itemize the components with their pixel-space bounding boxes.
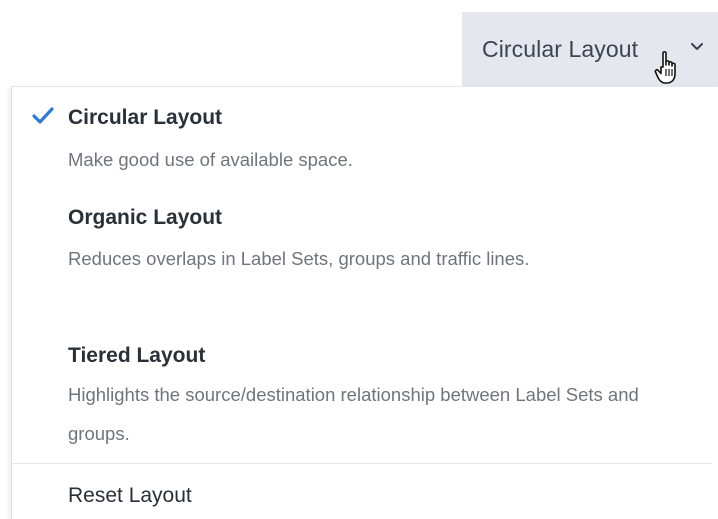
- page: Circular Layout Circular Layout Make goo…: [0, 0, 718, 519]
- layout-dropdown-label: Circular Layout: [482, 35, 639, 62]
- menu-item-title: Tiered Layout: [68, 344, 206, 367]
- hand-pointer-icon: [654, 51, 676, 84]
- menu-item-description: Make good use of available space.: [68, 149, 353, 170]
- reset-layout-button[interactable]: Reset Layout: [12, 464, 712, 519]
- menu-item-description: Highlights the source/destination relati…: [68, 384, 639, 444]
- reset-layout-label: Reset Layout: [68, 484, 192, 507]
- menu-item-title: Organic Layout: [68, 206, 223, 229]
- menu-item-tiered-layout[interactable]: Tiered Layout Highlights the source/dest…: [12, 335, 712, 463]
- menu-item-circular-layout[interactable]: Circular Layout Make good use of availab…: [12, 87, 712, 195]
- menu-item-title: Circular Layout: [68, 106, 223, 129]
- layout-menu: Circular Layout Make good use of availab…: [11, 86, 718, 519]
- menu-item-description: Reduces overlaps in Label Sets, groups a…: [68, 248, 530, 269]
- checkmark-icon: [32, 107, 54, 124]
- chevron-down-icon: [691, 43, 703, 50]
- menu-item-organic-layout[interactable]: Organic Layout Reduces overlaps in Label…: [12, 195, 712, 335]
